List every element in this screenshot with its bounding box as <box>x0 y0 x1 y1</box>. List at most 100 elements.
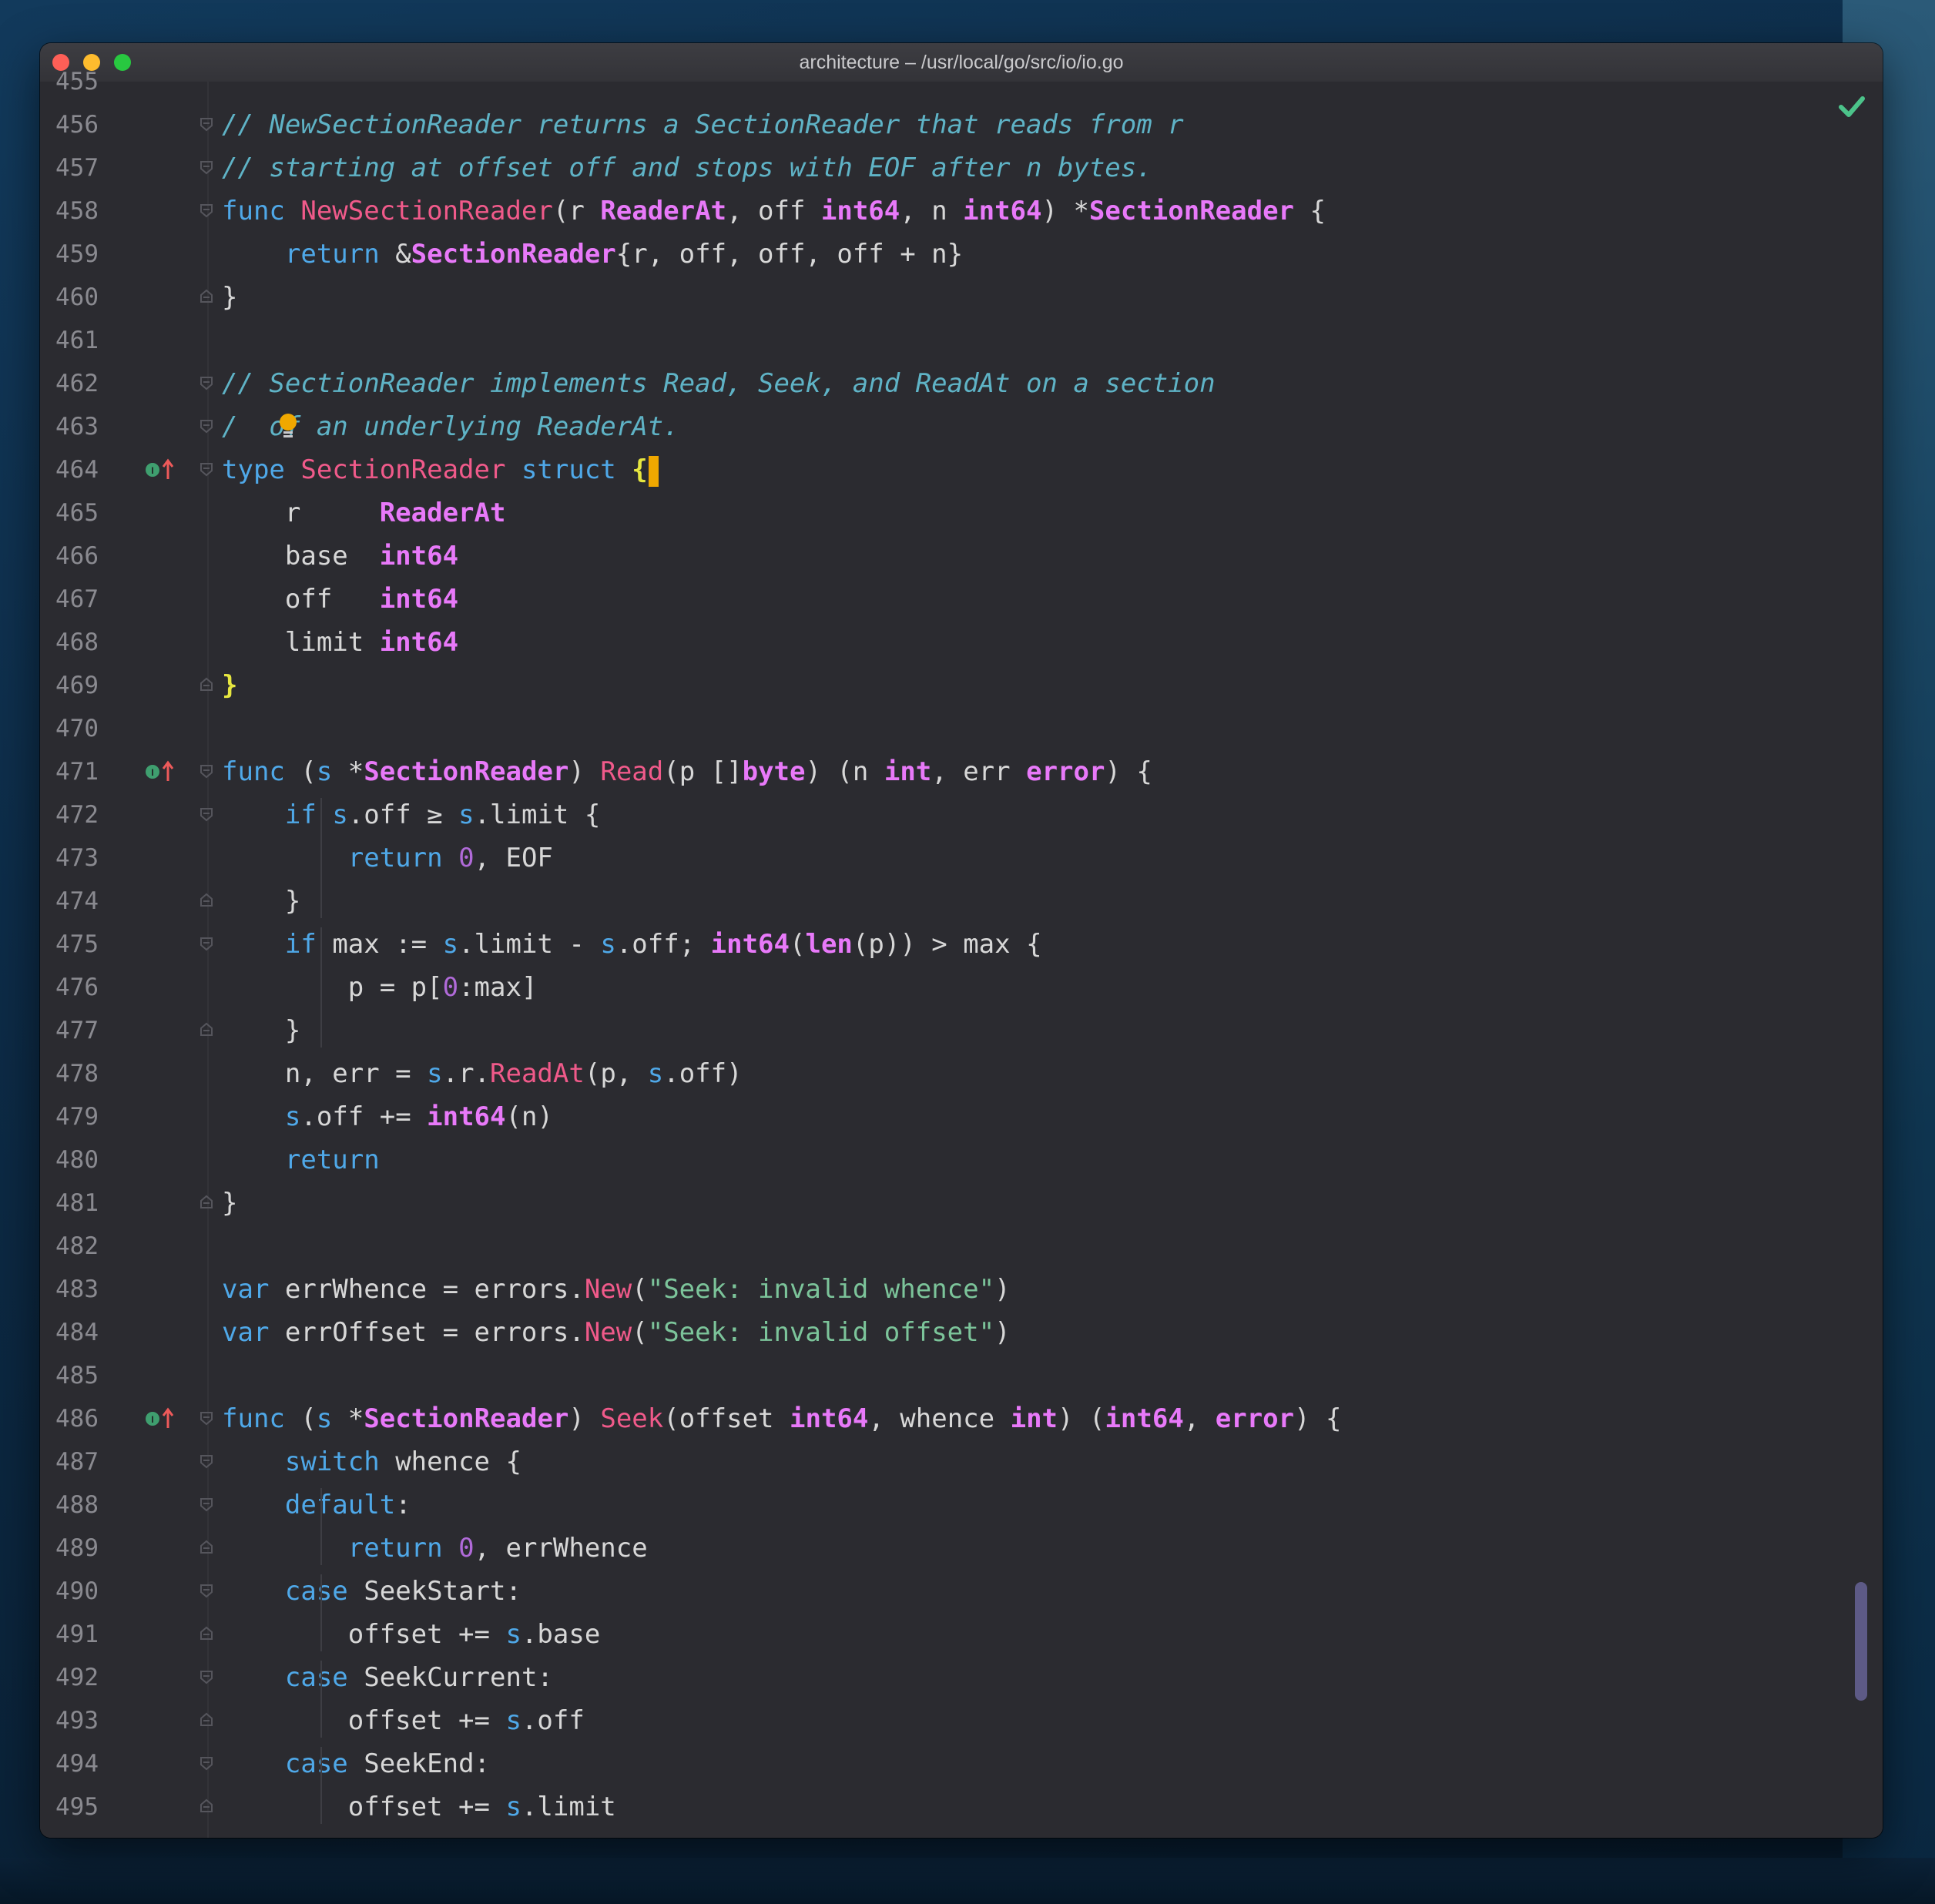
code-line[interactable]: 475 if max := s.limit - s.off; int64(len… <box>40 923 1883 966</box>
code-text[interactable]: func (s *SectionReader) Read(p []byte) (… <box>222 750 1152 793</box>
code-line[interactable]: 472 if s.off ≥ s.limit { <box>40 793 1883 836</box>
code-text[interactable]: if s.off ≥ s.limit { <box>222 793 600 836</box>
fold-toggle-icon[interactable] <box>199 1195 214 1210</box>
code-text[interactable]: } <box>222 1009 300 1052</box>
fold-toggle-icon[interactable] <box>199 418 214 434</box>
fold-toggle-icon[interactable] <box>199 1712 214 1728</box>
code-text[interactable]: if max := s.limit - s.off; int64(len(p))… <box>222 923 1042 966</box>
fold-toggle-icon[interactable] <box>199 1540 214 1555</box>
line-number[interactable]: 492 <box>55 1656 120 1699</box>
code-line[interactable]: 464 Itype SectionReader struct { <box>40 448 1883 491</box>
line-number[interactable]: 463 <box>55 405 120 448</box>
implements-marker-icon[interactable]: I <box>145 458 183 482</box>
code-line[interactable]: 493 offset += s.off <box>40 1699 1883 1742</box>
code-line[interactable]: 482 <box>40 1225 1883 1268</box>
vertical-scrollbar-thumb[interactable] <box>1855 1582 1867 1701</box>
code-text[interactable]: return 0, errWhence <box>222 1527 648 1570</box>
line-number[interactable]: 479 <box>55 1095 120 1138</box>
code-text[interactable]: default: <box>222 1483 411 1527</box>
code-line[interactable]: 459 return &SectionReader{r, off, off, o… <box>40 233 1883 276</box>
line-number[interactable]: 491 <box>55 1613 120 1656</box>
line-number[interactable]: 459 <box>55 233 120 276</box>
code-text[interactable]: limit int64 <box>222 621 458 664</box>
line-number[interactable]: 477 <box>55 1009 120 1052</box>
line-number[interactable]: 474 <box>55 880 120 923</box>
code-line[interactable]: 465 r ReaderAt <box>40 491 1883 535</box>
line-number[interactable]: 486 <box>55 1397 120 1440</box>
line-number[interactable]: 489 <box>55 1527 120 1570</box>
code-line[interactable]: 477 } <box>40 1009 1883 1052</box>
code-text[interactable]: switch whence { <box>222 1440 521 1483</box>
line-number[interactable]: 493 <box>55 1699 120 1742</box>
fold-toggle-icon[interactable] <box>199 1022 214 1037</box>
code-line[interactable]: 484 var errOffset = errors.New("Seek: inv… <box>40 1311 1883 1354</box>
code-line[interactable]: 471 Ifunc (s *SectionReader) Read(p []byt… <box>40 750 1883 793</box>
code-text[interactable]: offset += s.limit <box>222 1785 616 1829</box>
code-text[interactable]: type SectionReader struct { <box>222 448 659 491</box>
code-line[interactable]: 458 func NewSectionReader(r ReaderAt, off… <box>40 189 1883 233</box>
code-line[interactable]: 473 return 0, EOF <box>40 836 1883 880</box>
code-line[interactable]: 467 off int64 <box>40 578 1883 621</box>
code-text[interactable]: off int64 <box>222 578 458 621</box>
line-number[interactable]: 464 <box>55 448 120 491</box>
code-text[interactable]: base int64 <box>222 535 458 578</box>
code-text[interactable]: offset += s.base <box>222 1613 601 1656</box>
fold-toggle-icon[interactable] <box>199 1798 214 1814</box>
fold-toggle-icon[interactable] <box>199 1669 214 1684</box>
code-text[interactable]: // NewSectionReader returns a SectionRea… <box>222 103 1184 146</box>
code-text[interactable]: s.off += int64(n) <box>222 1095 553 1138</box>
code-text[interactable]: r ReaderAt <box>222 491 506 535</box>
code-text[interactable]: return <box>222 1138 380 1182</box>
code-line[interactable]: 490 case SeekStart: <box>40 1570 1883 1613</box>
line-number[interactable]: 483 <box>55 1268 120 1311</box>
line-number[interactable]: 476 <box>55 966 120 1009</box>
code-line[interactable]: 468 limit int64 <box>40 621 1883 664</box>
line-number[interactable]: 490 <box>55 1570 120 1613</box>
code-line[interactable]: 492 case SeekCurrent: <box>40 1656 1883 1699</box>
fold-toggle-icon[interactable] <box>199 461 214 477</box>
code-line[interactable]: 476 p = p[0:max] <box>40 966 1883 1009</box>
code-text[interactable]: case SeekStart: <box>222 1570 521 1613</box>
code-text[interactable]: } <box>222 664 237 707</box>
fold-toggle-icon[interactable] <box>199 763 214 779</box>
code-text[interactable]: case SeekCurrent: <box>222 1656 553 1699</box>
fold-toggle-icon[interactable] <box>199 806 214 822</box>
line-number[interactable]: 468 <box>55 621 120 664</box>
fold-toggle-icon[interactable] <box>199 1453 214 1469</box>
fold-toggle-icon[interactable] <box>199 1755 214 1771</box>
code-line[interactable]: 480 return <box>40 1138 1883 1182</box>
fold-toggle-icon[interactable] <box>199 116 214 132</box>
line-number[interactable]: 475 <box>55 923 120 966</box>
line-number[interactable]: 471 <box>55 750 120 793</box>
line-number[interactable]: 495 <box>55 1785 120 1829</box>
code-line[interactable]: 491 offset += s.base <box>40 1613 1883 1656</box>
code-line[interactable]: 489 return 0, errWhence <box>40 1527 1883 1570</box>
line-number[interactable]: 461 <box>55 319 120 362</box>
implements-marker-icon[interactable]: I <box>145 1406 183 1431</box>
line-number[interactable]: 478 <box>55 1052 120 1095</box>
line-number[interactable]: 462 <box>55 362 120 405</box>
code-text[interactable]: return 0, EOF <box>222 836 553 880</box>
code-line[interactable]: 481} <box>40 1182 1883 1225</box>
code-line[interactable]: 485 <box>40 1354 1883 1397</box>
code-text[interactable]: var errWhence = errors.New("Seek: invali… <box>222 1268 1011 1311</box>
code-text[interactable]: // starting at offset off and stops with… <box>222 146 1152 189</box>
code-text[interactable]: // SectionReader implements Read, Seek, … <box>222 362 1216 405</box>
code-text[interactable]: func NewSectionReader(r ReaderAt, off in… <box>222 189 1326 233</box>
line-number[interactable]: 467 <box>55 578 120 621</box>
code-text[interactable]: } <box>222 1182 237 1225</box>
code-line[interactable]: 486 Ifunc (s *SectionReader) Seek(offset … <box>40 1397 1883 1440</box>
fold-toggle-icon[interactable] <box>199 1497 214 1512</box>
code-line[interactable]: 494 case SeekEnd: <box>40 1742 1883 1785</box>
code-line[interactable]: 460} <box>40 276 1883 319</box>
code-line[interactable]: 457 // starting at offset off and stops w… <box>40 146 1883 189</box>
fold-toggle-icon[interactable] <box>199 159 214 175</box>
code-line[interactable]: 488 default: <box>40 1483 1883 1527</box>
line-number[interactable]: 494 <box>55 1742 120 1785</box>
fold-toggle-icon[interactable] <box>199 1410 214 1426</box>
code-line[interactable]: 483 var errWhence = errors.New("Seek: inv… <box>40 1268 1883 1311</box>
line-number[interactable]: 470 <box>55 707 120 750</box>
code-text[interactable]: n, err = s.r.ReadAt(p, s.off) <box>222 1052 743 1095</box>
line-number[interactable]: 482 <box>55 1225 120 1268</box>
code-text[interactable]: return &SectionReader{r, off, off, off +… <box>222 233 963 276</box>
